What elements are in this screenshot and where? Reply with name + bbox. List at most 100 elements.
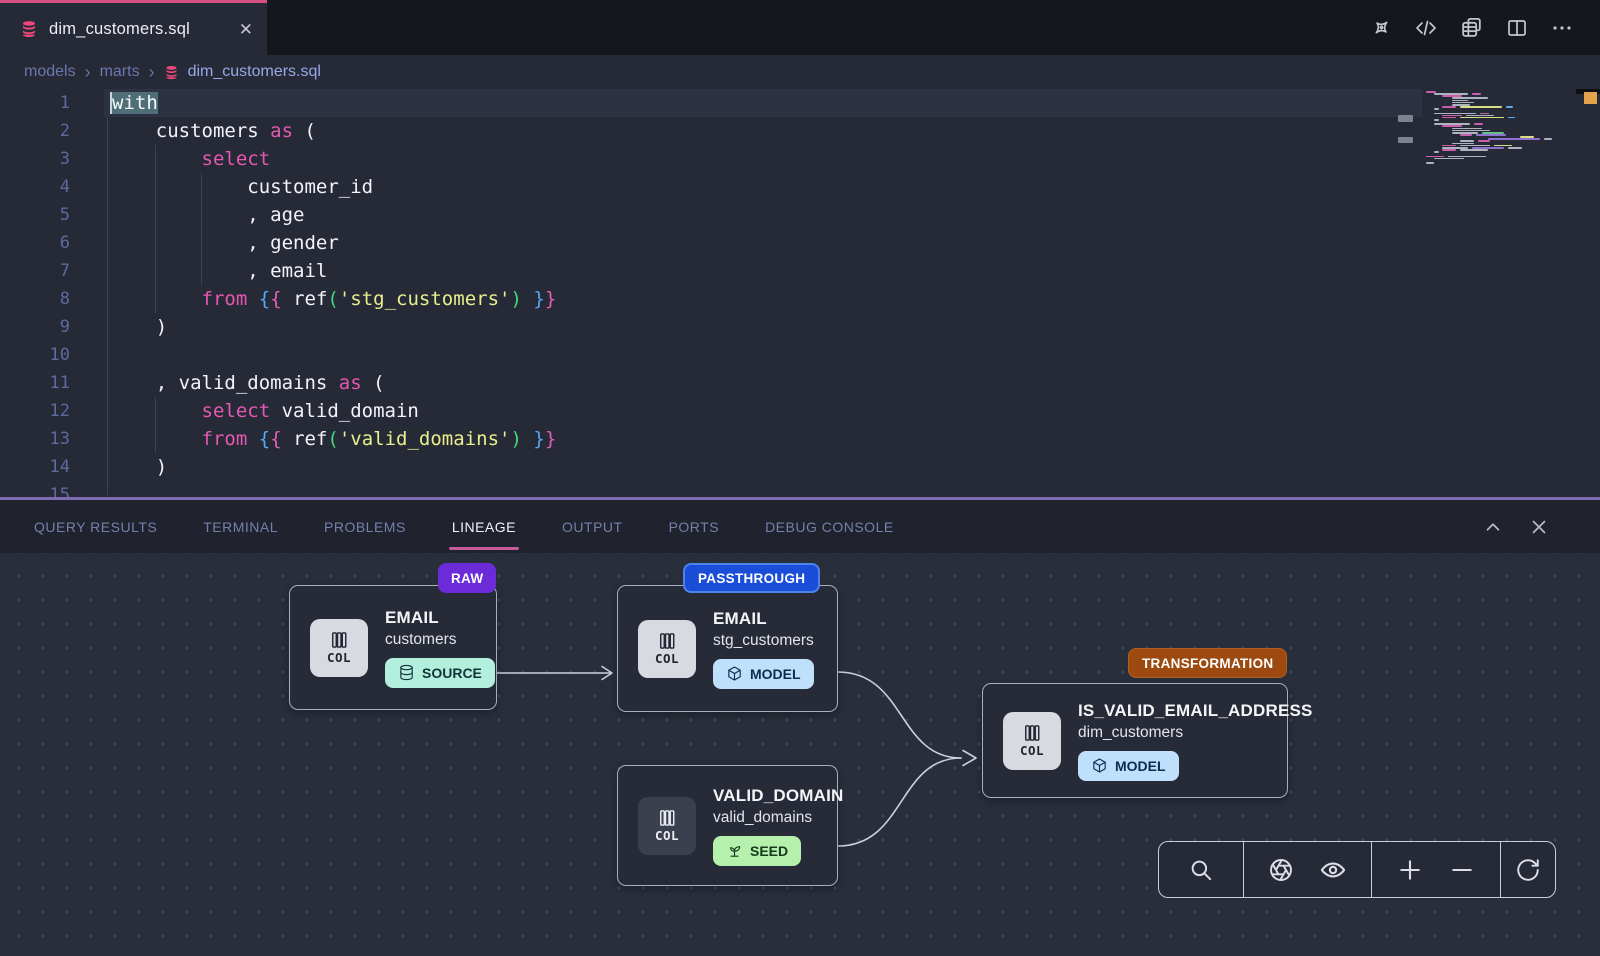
columns-icon bbox=[657, 631, 677, 651]
panel-tab-lineage[interactable]: LINEAGE bbox=[452, 500, 516, 553]
breadcrumb-item-marts[interactable]: marts bbox=[100, 63, 140, 81]
code-line[interactable] bbox=[110, 341, 1420, 369]
column-tile: COL bbox=[638, 620, 696, 678]
column-tile: COL bbox=[1003, 712, 1061, 770]
refresh-icon[interactable] bbox=[1515, 857, 1541, 883]
node-subtitle: customers bbox=[385, 631, 457, 649]
panel-tab-debug-console[interactable]: DEBUG CONSOLE bbox=[765, 500, 894, 553]
code-line[interactable]: from {{ ref('stg_customers') }} bbox=[110, 285, 1420, 313]
panel-tab-ports[interactable]: PORTS bbox=[669, 500, 719, 553]
raw-tag: RAW bbox=[438, 563, 496, 593]
code-line[interactable]: from {{ ref('valid_domains') }} bbox=[110, 425, 1420, 453]
code-line[interactable]: , email bbox=[110, 257, 1420, 285]
close-panel-icon[interactable] bbox=[1528, 516, 1550, 538]
line-number: 14 bbox=[0, 453, 70, 481]
database-icon bbox=[398, 664, 415, 681]
seedling-icon bbox=[726, 842, 743, 859]
line-number: 5 bbox=[0, 201, 70, 229]
minimap[interactable] bbox=[1426, 91, 1576, 181]
code-line[interactable]: select valid_domain bbox=[110, 397, 1420, 425]
transformation-tag: TRANSFORMATION bbox=[1128, 648, 1287, 678]
tab-dim-customers-sql[interactable]: dim_customers.sql ✕ bbox=[0, 0, 267, 55]
line-number: 13 bbox=[0, 425, 70, 453]
lineage-canvas[interactable]: COL EMAIL customers SOURCE COL EMAIL stg… bbox=[0, 553, 1600, 956]
line-number: 8 bbox=[0, 285, 70, 313]
indent-guide bbox=[155, 397, 156, 453]
zoom-out-icon[interactable] bbox=[1448, 856, 1476, 884]
code-line[interactable]: , valid_domains as ( bbox=[110, 369, 1420, 397]
chevron-up-icon[interactable] bbox=[1482, 516, 1504, 538]
column-tile: COL bbox=[638, 797, 696, 855]
breadcrumb: models › marts › dim_customers.sql bbox=[0, 55, 1600, 89]
line-number: 12 bbox=[0, 397, 70, 425]
indent-guide bbox=[155, 145, 156, 313]
columns-icon bbox=[1022, 723, 1042, 743]
breadcrumb-item-models[interactable]: models bbox=[24, 63, 76, 81]
panel-tab-strip: QUERY RESULTS TERMINAL PROBLEMS LINEAGE OUTP… bbox=[0, 500, 1600, 553]
code-line[interactable]: with bbox=[110, 89, 1420, 117]
breadcrumb-separator: › bbox=[149, 62, 155, 83]
line-number: 3 bbox=[0, 145, 70, 173]
node-title: VALID_DOMAIN bbox=[713, 786, 844, 806]
node-subtitle: valid_domains bbox=[713, 809, 812, 827]
tab-close-icon[interactable]: ✕ bbox=[237, 19, 255, 40]
code-line[interactable]: customers as ( bbox=[110, 117, 1420, 145]
node-subtitle: dim_customers bbox=[1078, 724, 1183, 742]
passthrough-tag: PASSTHROUGH bbox=[683, 563, 820, 593]
model-badge: MODEL bbox=[1078, 751, 1179, 781]
node-subtitle: stg_customers bbox=[713, 632, 814, 650]
eye-icon[interactable] bbox=[1319, 856, 1347, 884]
code-line[interactable] bbox=[110, 481, 1420, 497]
columns-icon bbox=[657, 808, 677, 828]
line-number: 11 bbox=[0, 369, 70, 397]
panel-tab-query-results[interactable]: QUERY RESULTS bbox=[34, 500, 157, 553]
lineage-node-valid-domains[interactable]: COL VALID_DOMAIN valid_domains SEED bbox=[617, 765, 838, 886]
line-number: 6 bbox=[0, 229, 70, 257]
panel-tab-problems[interactable]: PROBLEMS bbox=[324, 500, 406, 553]
breadcrumb-item-current-file[interactable]: dim_customers.sql bbox=[188, 63, 321, 81]
code-line[interactable]: , gender bbox=[110, 229, 1420, 257]
code-content[interactable]: with customers as ( select customer_id ,… bbox=[110, 89, 1420, 497]
code-line[interactable]: customer_id bbox=[110, 173, 1420, 201]
minimap-selection-mark bbox=[1398, 115, 1413, 122]
zoom-in-icon[interactable] bbox=[1396, 856, 1424, 884]
panel-actions bbox=[1482, 500, 1550, 553]
line-number: 1 bbox=[0, 89, 70, 117]
line-number: 2 bbox=[0, 117, 70, 145]
code-line[interactable]: ) bbox=[110, 313, 1420, 341]
lineage-node-dim-customers[interactable]: COL IS_VALID_EMAIL_ADDRESS dim_customers… bbox=[982, 683, 1288, 798]
col-label: COL bbox=[1020, 743, 1044, 758]
panel-tab-output[interactable]: OUTPUT bbox=[562, 500, 623, 553]
line-number-gutter: 123456789101112131415 bbox=[0, 89, 70, 497]
line-number: 15 bbox=[0, 481, 70, 497]
code-line[interactable]: ) bbox=[110, 453, 1420, 481]
cube-icon bbox=[726, 665, 743, 682]
column-tile: COL bbox=[310, 619, 368, 677]
line-number: 9 bbox=[0, 313, 70, 341]
panel-tab-terminal[interactable]: TERMINAL bbox=[203, 500, 278, 553]
cube-icon bbox=[1091, 757, 1108, 774]
database-icon bbox=[20, 20, 38, 38]
code-preview-icon[interactable] bbox=[1414, 16, 1438, 40]
editor-actions bbox=[1370, 0, 1600, 55]
copy-table-icon[interactable] bbox=[1459, 15, 1484, 40]
lineage-node-customers[interactable]: COL EMAIL customers SOURCE bbox=[289, 585, 497, 710]
aperture-icon[interactable] bbox=[1268, 857, 1294, 883]
search-icon[interactable] bbox=[1188, 857, 1214, 883]
ide-window: dim_customers.sql ✕ bbox=[0, 0, 1600, 956]
overview-ruler-marker[interactable] bbox=[1584, 92, 1597, 104]
lineage-node-stg-customers[interactable]: COL EMAIL stg_customers MODEL bbox=[617, 585, 838, 712]
minimap-selection-mark bbox=[1398, 137, 1413, 143]
code-editor[interactable]: 123456789101112131415 with customers as … bbox=[0, 89, 1600, 497]
seed-badge: SEED bbox=[713, 836, 801, 866]
col-label: COL bbox=[327, 650, 351, 665]
more-actions-icon[interactable] bbox=[1550, 16, 1574, 40]
node-title: EMAIL bbox=[713, 609, 767, 629]
breadcrumb-separator: › bbox=[85, 62, 91, 83]
code-line[interactable]: select bbox=[110, 145, 1420, 173]
code-line[interactable]: , age bbox=[110, 201, 1420, 229]
split-editor-icon[interactable] bbox=[1505, 16, 1529, 40]
node-title: IS_VALID_EMAIL_ADDRESS bbox=[1078, 701, 1313, 721]
line-number: 4 bbox=[0, 173, 70, 201]
dbt-logo-icon[interactable] bbox=[1370, 16, 1393, 39]
